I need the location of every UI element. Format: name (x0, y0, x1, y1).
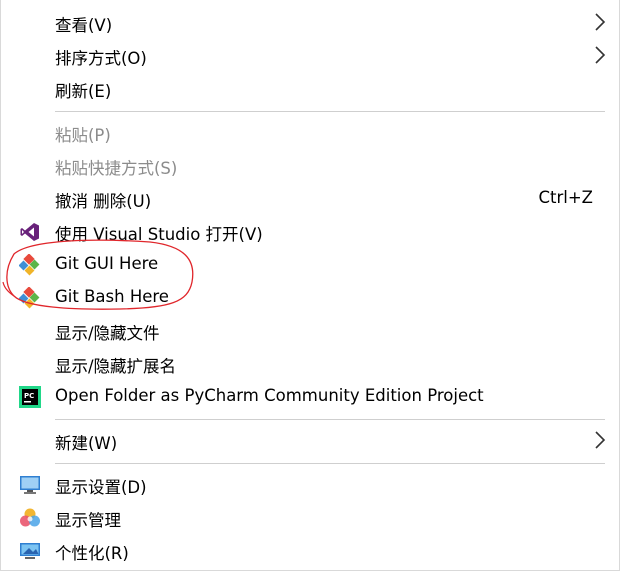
menu-item-open-folder-pycharm[interactable]: PC Open Folder as PyCharm Community Edit… (1, 380, 621, 413)
menu-item-new[interactable]: 新建(W) (1, 424, 621, 457)
pycharm-icon: PC (19, 386, 41, 408)
menu-item-open-with-visual-studio[interactable]: 使用 Visual Studio 打开(V) (1, 215, 621, 248)
personalize-icon (20, 543, 40, 559)
menu-item-refresh[interactable]: 刷新(E) (1, 72, 621, 105)
svg-text:PC: PC (24, 392, 34, 400)
menu-item-display-settings[interactable]: 显示设置(D) (1, 468, 621, 501)
menu-separator (55, 111, 605, 112)
menu-item-personalize[interactable]: 个性化(R) (1, 534, 621, 567)
menu-item-toggle-extensions[interactable]: 显示/隐藏扩展名 (1, 347, 621, 380)
chevron-right-icon (595, 13, 606, 31)
menu-item-label: 显示设置(D) (55, 478, 147, 497)
git-icon (19, 287, 40, 309)
menu-item-paste[interactable]: 粘贴(P) (1, 116, 621, 149)
menu-item-label: Open Folder as PyCharm Community Edition… (55, 386, 484, 405)
menu-item-label: 显示管理 (55, 511, 121, 530)
shortcut-text: Ctrl+Z (538, 188, 594, 207)
menu-item-undo-delete[interactable]: 撤消 删除(U) Ctrl+Z (1, 182, 621, 215)
menu-separator (55, 463, 605, 464)
menu-item-label: 使用 Visual Studio 打开(V) (55, 225, 263, 244)
menu-item-label: 查看(V) (55, 16, 113, 35)
menu-item-label: 显示/隐藏扩展名 (55, 357, 177, 376)
menu-item-git-gui-here[interactable]: Git GUI Here (1, 248, 621, 281)
menu-item-sort-by[interactable]: 排序方式(O) (1, 39, 621, 72)
menu-separator (55, 419, 605, 420)
display-settings-icon (20, 476, 40, 494)
menu-item-label: 新建(W) (55, 434, 118, 453)
menu-item-label: 个性化(R) (55, 544, 129, 563)
git-icon (19, 254, 40, 276)
visual-studio-icon (20, 223, 39, 241)
menu-item-git-bash-here[interactable]: Git Bash Here (1, 281, 621, 314)
menu-item-toggle-hidden-files[interactable]: 显示/隐藏文件 (1, 314, 621, 347)
menu-item-label: Git Bash Here (55, 287, 169, 306)
menu-item-label: 刷新(E) (55, 82, 112, 101)
menu-item-label: 粘贴(P) (55, 126, 111, 145)
menu-item-view[interactable]: 查看(V) (1, 6, 621, 39)
menu-item-paste-shortcut[interactable]: 粘贴快捷方式(S) (1, 149, 621, 182)
context-menu: 查看(V) 排序方式(O) 刷新(E) 粘贴(P) 粘贴快捷方式(S) 撤消 删… (0, 0, 620, 571)
menu-item-label: 排序方式(O) (55, 49, 147, 68)
chevron-right-icon (595, 46, 606, 64)
menu-item-label: 粘贴快捷方式(S) (55, 159, 178, 178)
chevron-right-icon (595, 431, 606, 449)
menu-item-display-manager[interactable]: 显示管理 (1, 501, 621, 534)
menu-item-label: 撤消 删除(U) (55, 192, 152, 211)
menu-item-label: Git GUI Here (55, 254, 159, 273)
display-manager-icon (20, 508, 40, 527)
menu-item-label: 显示/隐藏文件 (55, 324, 160, 343)
